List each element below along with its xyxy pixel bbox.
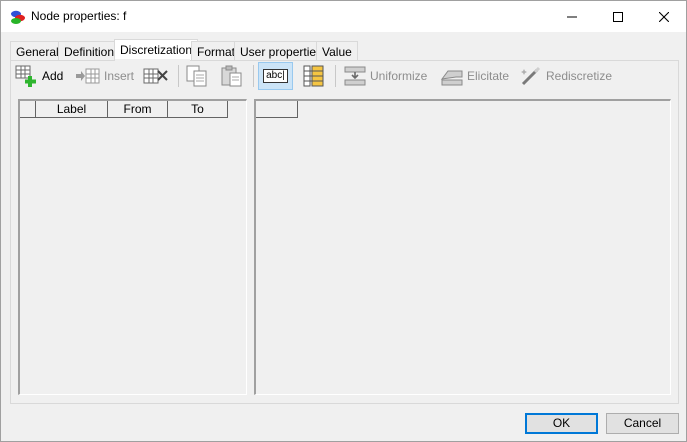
minimize-icon: [567, 16, 577, 17]
tab-value[interactable]: Value: [316, 41, 358, 60]
toolbar-separator: [253, 65, 254, 87]
node-properties-dialog: Node properties: f General Definition Di…: [0, 0, 687, 442]
add-button[interactable]: Add: [15, 63, 63, 89]
close-button[interactable]: [641, 1, 687, 32]
toolbar-separator: [335, 65, 336, 87]
rediscretize-label: Rediscretize: [546, 69, 613, 83]
uniformize-label: Uniformize: [370, 69, 428, 83]
grid-corner-cell: [256, 101, 298, 118]
ok-button[interactable]: OK: [525, 413, 598, 434]
interval-table-icon: [303, 65, 324, 87]
maximize-icon: [613, 11, 623, 22]
tab-discretization[interactable]: Discretization: [114, 39, 199, 61]
insert-row-icon: [76, 68, 100, 84]
toolbar-separator: [178, 65, 179, 87]
copy-button[interactable]: [185, 63, 209, 89]
app-icon: [11, 10, 25, 24]
minimize-button[interactable]: [549, 1, 595, 32]
magic-wand-icon: [521, 66, 541, 86]
column-header-to[interactable]: To: [168, 101, 228, 118]
states-grid[interactable]: Label From To: [18, 99, 247, 395]
column-header-label[interactable]: Label: [36, 101, 108, 118]
elicitate-icon: [440, 70, 463, 86]
insert-label: Insert: [104, 69, 135, 83]
label-mode-toggle[interactable]: abc|: [258, 62, 293, 90]
label-text-icon: abc|: [263, 69, 288, 83]
preview-grid[interactable]: [254, 99, 671, 395]
copy-icon: [186, 65, 207, 87]
cancel-button[interactable]: Cancel: [606, 413, 679, 434]
delete-row-icon: [143, 68, 168, 84]
window-title: Node properties: f: [31, 9, 127, 23]
insert-button[interactable]: Insert: [75, 63, 134, 89]
add-label: Add: [42, 69, 64, 83]
maximize-button[interactable]: [595, 1, 641, 32]
tab-user-properties[interactable]: User properties: [234, 41, 329, 60]
elicitate-button[interactable]: Elicitate: [440, 63, 509, 89]
close-icon: [659, 11, 669, 22]
tab-general[interactable]: General: [10, 41, 65, 60]
elicitate-label: Elicitate: [467, 69, 510, 83]
column-header-from[interactable]: From: [108, 101, 168, 118]
interval-mode-button[interactable]: [302, 63, 326, 89]
add-row-icon: [15, 65, 36, 87]
grid-corner-cell: [20, 101, 36, 118]
uniformize-icon: [344, 66, 366, 86]
uniformize-button[interactable]: Uniformize: [343, 63, 427, 89]
title-bar: Node properties: f: [1, 1, 686, 32]
tab-definition[interactable]: Definition: [58, 41, 121, 60]
paste-icon: [221, 65, 242, 87]
rediscretize-button[interactable]: Rediscretize: [519, 63, 612, 89]
label-mode-text: abc|: [266, 70, 285, 81]
paste-button[interactable]: [220, 63, 244, 89]
delete-row-button[interactable]: [143, 63, 169, 89]
